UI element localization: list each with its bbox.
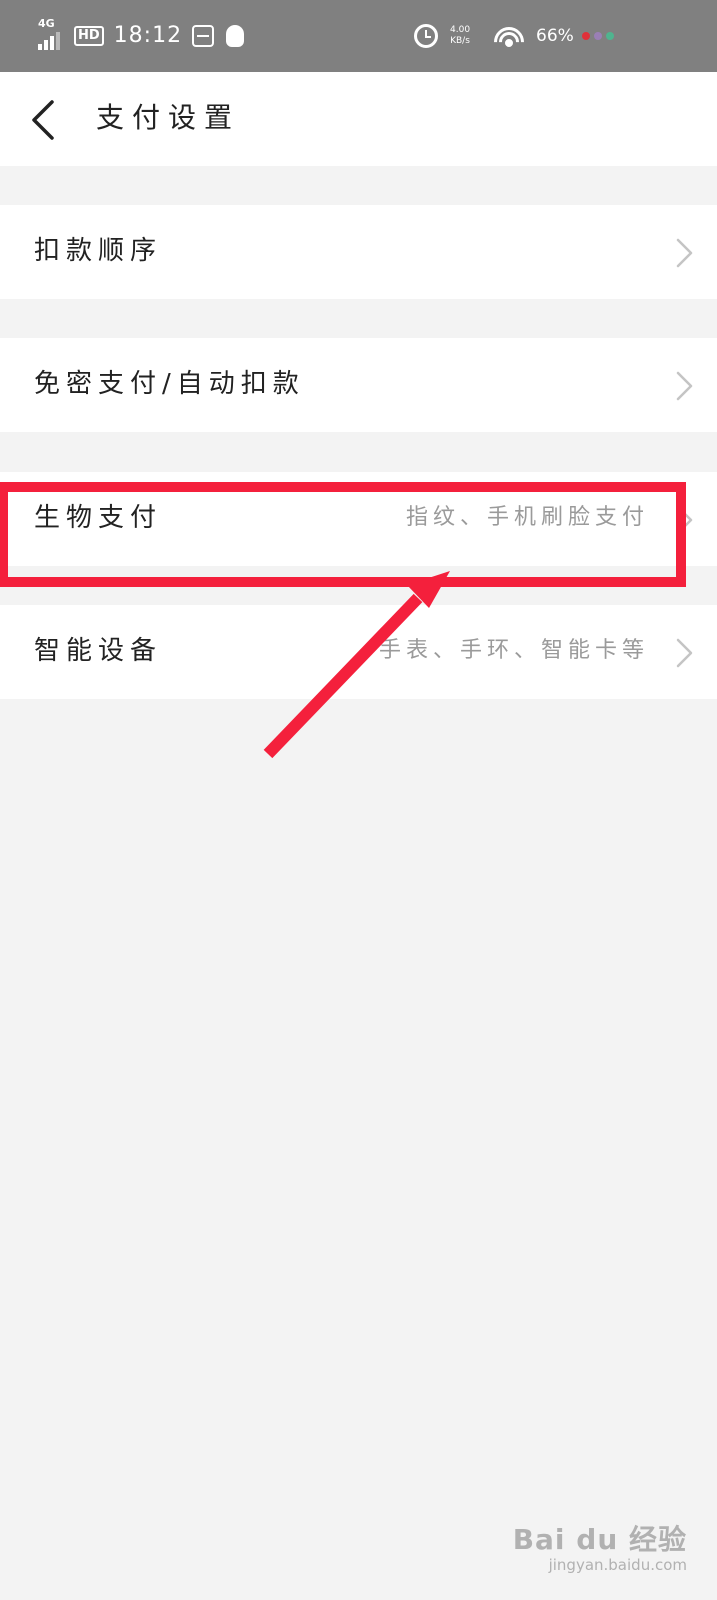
back-button[interactable] — [26, 98, 66, 142]
signal-icon: 4G — [36, 18, 64, 54]
status-dot — [605, 32, 614, 40]
settings-item-value: 手表、手环、智能卡等 — [378, 638, 649, 663]
battery-level: 66% — [536, 26, 574, 46]
speed-value: 4.00 — [450, 25, 471, 35]
settings-item-label: 智能设备 — [34, 636, 163, 666]
page-header: 支付设置 — [0, 72, 717, 166]
alarm-icon — [414, 24, 438, 48]
settings-item-smart-devices[interactable]: 智能设备 手表、手环、智能卡等 — [0, 605, 717, 699]
settings-item-value: 指纹、手机刷脸支付 — [405, 505, 649, 530]
chevron-right-icon — [676, 505, 693, 535]
app-icon — [192, 25, 215, 47]
speed-unit: KB/s — [450, 36, 470, 46]
chevron-right-icon — [676, 371, 693, 401]
qq-icon — [226, 25, 245, 47]
page-title: 支付设置 — [96, 101, 241, 134]
watermark-logo: Bai du 经验 — [512, 1523, 687, 1556]
settings-item-label: 扣款顺序 — [34, 236, 163, 266]
settings-item-deduction-order[interactable]: 扣款顺序 — [0, 205, 717, 299]
watermark-url: jingyan.baidu.com — [548, 1556, 687, 1574]
chevron-right-icon — [676, 238, 693, 268]
chevron-right-icon — [676, 638, 693, 668]
settings-item-label: 生物支付 — [34, 503, 163, 533]
chevron-left-icon — [32, 100, 54, 140]
settings-item-biometric-payment[interactable]: 生物支付 指纹、手机刷脸支付 — [0, 472, 717, 566]
settings-item-password-free-payment[interactable]: 免密支付/自动扣款 — [0, 338, 717, 432]
watermark: Bai du 经验 jingyan.baidu.com — [512, 1523, 687, 1575]
hd-icon: HD — [74, 26, 104, 46]
status-bar: 4G HD 18:12 4.00 KB/s 66% — [0, 0, 717, 72]
annotation-arrow-head — [407, 571, 450, 608]
status-dot — [581, 32, 590, 40]
network-speed: 4.00 KB/s — [450, 25, 470, 47]
status-dot — [593, 32, 602, 40]
status-time: 18:12 — [113, 23, 183, 48]
status-dots — [581, 32, 614, 40]
wifi-icon — [494, 24, 525, 48]
settings-item-label: 免密支付/自动扣款 — [34, 369, 305, 399]
network-type: 4G — [38, 17, 55, 30]
